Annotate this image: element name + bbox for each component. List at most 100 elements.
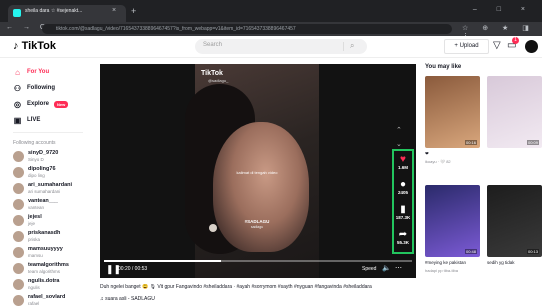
watermark-handle: @sadlagu_: [208, 78, 229, 83]
account-name: priskanasdh: [28, 230, 61, 236]
sidebar-divider: [13, 132, 83, 133]
search-bar[interactable]: Search ⌕: [195, 39, 367, 54]
account-avatar: [13, 199, 24, 210]
comment-count: 2405: [397, 190, 408, 195]
time-readout: 00:20 / 00:53: [118, 266, 148, 272]
video-description: Duh ngelei banget 😩 🎙 Vit gpur Fangavind…: [100, 284, 372, 290]
search-icon[interactable]: ⌕: [350, 41, 354, 51]
account-nickname: mamsu: [28, 253, 43, 258]
bookmark-button[interactable]: ▮ 187.3K: [394, 204, 412, 220]
messages-icon[interactable]: ▽: [493, 40, 501, 51]
recommended-video-author: hadapi pp tiba-tiba: [425, 268, 458, 273]
video-duration: 00:13: [526, 249, 539, 254]
account-nickname: team algorithms: [28, 269, 61, 274]
share-icon: ➦: [398, 229, 408, 240]
nav-for-you[interactable]: ⌂ For You: [13, 66, 49, 78]
music-link[interactable]: ♫ suara asli - SADLAGU: [100, 296, 155, 302]
following-account[interactable]: priskanasdh priska: [13, 230, 91, 244]
recommended-video-title[interactable]: sedih yg tidak: [487, 260, 542, 265]
recommended-video-title[interactable]: #meying ke pakistan: [425, 260, 480, 265]
previous-video-icon[interactable]: ⌃: [396, 126, 402, 134]
comment-button[interactable]: ● 2405: [394, 179, 412, 195]
account-nickname: ari sumahardani: [28, 189, 61, 194]
volume-icon[interactable]: 🔈: [382, 264, 391, 272]
live-icon: ▣: [13, 115, 22, 125]
account-avatar: [13, 295, 24, 306]
following-icon: ⚇: [13, 83, 22, 93]
video-face-shape: [213, 122, 309, 252]
recommended-video-thumbnail[interactable]: 00:48: [425, 185, 480, 257]
video-frame[interactable]: TikTok @sadlagu_ kalimat di tengah video…: [185, 64, 319, 278]
account-name: rafael_sovlard: [28, 294, 66, 300]
recommended-video-thumbnail[interactable]: 00:09: [487, 76, 542, 148]
account-nickname: dipo ling: [28, 173, 45, 178]
video-duration: 00:09: [526, 140, 539, 145]
following-account[interactable]: jejesl jeje: [13, 214, 91, 228]
account-avatar: [13, 247, 24, 258]
tiktok-logo[interactable]: ♪ TikTok: [13, 40, 56, 52]
account-name: jejesl: [28, 214, 42, 220]
recommended-video-title[interactable]: ❤: [425, 151, 480, 157]
account-avatar: [13, 231, 24, 242]
share-count: 55.3K: [396, 240, 409, 245]
share-button[interactable]: ➦ 55.3K: [394, 229, 412, 245]
account-avatar: [13, 279, 24, 290]
account-nickname: Sinyo D: [28, 157, 44, 162]
more-options-icon[interactable]: ⋯: [395, 264, 402, 272]
account-nickname: rafael: [28, 301, 40, 306]
following-account[interactable]: sinyD_9720 Sinyo D: [13, 150, 91, 164]
browser-tab-bar: sheila dara ☆ #sejenakt... × + – □ ×: [0, 0, 542, 22]
sidebar: ⌂ For You ⚇ Following ◎ Explore New ▣ LI…: [0, 58, 90, 308]
address-bar[interactable]: tiktok.com/@sadlagu_/video/7165437338896…: [42, 24, 452, 34]
following-account[interactable]: ari_sumahardani ari sumahardani: [13, 182, 91, 196]
following-account[interactable]: ngulis.dotra ngulis: [13, 278, 91, 292]
bookmark-count: 187.3K: [395, 215, 411, 220]
following-account[interactable]: rafael_sovlard rafael: [13, 294, 91, 308]
nav-live[interactable]: ▣ LIVE: [13, 114, 41, 126]
following-account[interactable]: mamsuuyyyy mamsu: [13, 246, 91, 260]
tiktok-favicon-icon: [13, 9, 21, 17]
site-header: ♪ TikTok Search ⌕ + Upload ▽ ▭ 1: [0, 36, 542, 58]
next-video-icon[interactable]: ⌄: [396, 140, 402, 148]
like-button[interactable]: ♥ 1.6M: [394, 154, 412, 170]
speed-button[interactable]: Speed: [362, 266, 376, 272]
compass-icon: ◎: [14, 99, 21, 109]
video-duration: 00:16: [464, 140, 477, 145]
account-nickname: ngulis: [28, 285, 40, 290]
search-input[interactable]: Search: [203, 42, 222, 48]
account-name: ari_sumahardani: [28, 182, 73, 188]
nav-explore[interactable]: ◎ Explore New: [13, 98, 69, 110]
comment-icon: ●: [399, 179, 407, 190]
logo-text: TikTok: [21, 40, 56, 52]
note-logo-icon: ♪: [13, 40, 19, 52]
nav-following[interactable]: ⚇ Following: [13, 82, 55, 94]
recommended-video-thumbnail[interactable]: 00:16: [425, 76, 480, 148]
account-name: teamalgorithms: [28, 262, 69, 268]
progress-bar[interactable]: [104, 260, 412, 262]
like-count: 1.6M: [397, 165, 408, 170]
account-nickname: jeje: [28, 221, 36, 226]
following-account[interactable]: dipoling76 dipo ling: [13, 166, 91, 180]
action-bar: ♥ 1.6M ● 2405 ▮ 187.3K ➦ 55.3K: [392, 149, 414, 254]
window-controls[interactable]: – □ ×: [473, 6, 534, 13]
following-account[interactable]: vantean___ vantean: [13, 198, 91, 212]
search-divider: [343, 42, 344, 51]
upload-button[interactable]: + Upload: [444, 39, 489, 54]
video-caption-sub: sadlagu: [250, 225, 264, 229]
player-controls: ❚❚ 00:20 / 00:53 Speed 🔈 ⋯: [100, 260, 416, 278]
new-tab-button[interactable]: +: [131, 6, 136, 16]
profile-avatar[interactable]: [525, 40, 538, 53]
browser-tab[interactable]: sheila dara ☆ #sejenakt... ×: [8, 5, 126, 22]
recommended-video-thumbnail[interactable]: 00:13: [487, 185, 542, 257]
following-account[interactable]: teamalgorithms team algorithms: [13, 262, 91, 276]
recommended-video-author: ikoayu · 🤍 82: [425, 159, 451, 164]
account-name: ngulis.dotra: [28, 278, 60, 284]
account-avatar: [13, 151, 24, 162]
account-avatar: [13, 215, 24, 226]
tab-close-icon[interactable]: ×: [112, 7, 116, 14]
nav-label: Following: [27, 85, 55, 91]
browser-toolbar: ← → C tiktok.com/@sadlagu_/video/7165437…: [0, 22, 542, 40]
account-nickname: priska: [28, 237, 41, 242]
video-player[interactable]: TikTok @sadlagu_ kalimat di tengah video…: [100, 64, 416, 278]
video-duration: 00:48: [464, 249, 477, 254]
